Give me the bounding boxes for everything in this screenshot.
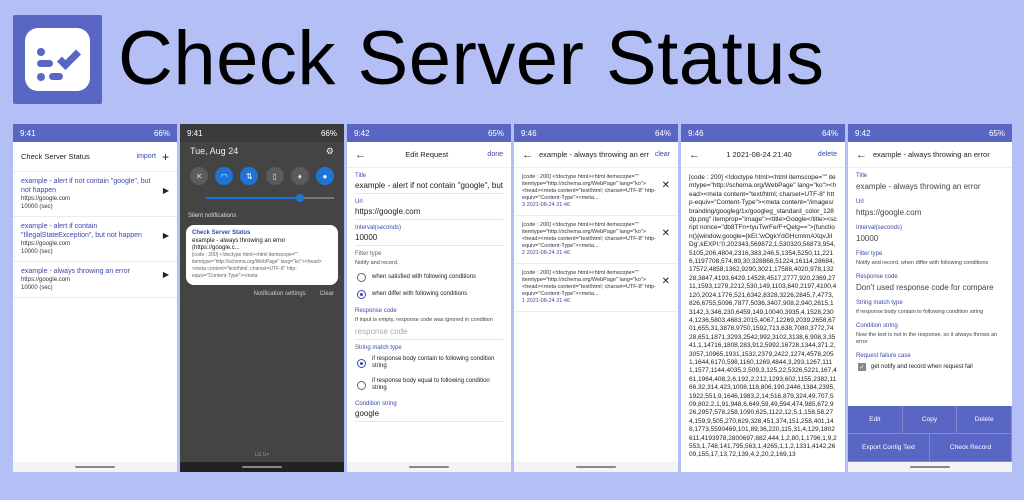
close-icon[interactable]: ✕: [662, 229, 670, 239]
screen-edit-request: 9:42 65% ← Edit Request done Title exampl…: [347, 124, 511, 472]
fail-checkbox[interactable]: ✓ get notify and record when request fail: [848, 360, 1012, 374]
flashlight-icon[interactable]: ♦: [290, 167, 309, 185]
screen-request-list: 9:41 66% Check Server Status import + exa…: [13, 124, 177, 472]
status-bar: 9:42 65%: [848, 124, 1012, 142]
rotate-icon[interactable]: ▯: [265, 167, 284, 185]
clear-button[interactable]: clear: [655, 151, 670, 158]
wifi-icon[interactable]: ◠: [215, 167, 234, 185]
screen-record-detail: 9:46 64% ← 1 2021-08-24 21:40 delete [cod…: [681, 124, 845, 472]
edit-button[interactable]: Edit: [848, 406, 903, 434]
close-icon[interactable]: ✕: [662, 277, 670, 287]
date-label: Tue, Aug 24: [190, 146, 239, 156]
delete-button[interactable]: delete: [818, 151, 837, 158]
arrow-left-icon[interactable]: ←: [522, 149, 533, 161]
list-item[interactable]: example - alert if contain "IllegalState…: [13, 217, 177, 262]
radio-filter-satisfied[interactable]: when satisfied with following conditions: [347, 269, 511, 286]
response-body-text: [code : 200] <!doctype html><html itemsc…: [689, 174, 837, 459]
radio-match-contain[interactable]: if response body contain to following co…: [347, 352, 511, 374]
delete-button[interactable]: Delete: [957, 406, 1012, 434]
response-code-field[interactable]: response code: [355, 326, 503, 340]
app-bar: ← example - always throwing an error: [848, 142, 1012, 168]
arrow-left-icon[interactable]: ←: [689, 149, 700, 161]
history-item[interactable]: [code : 200] <!doctype html><html itemsc…: [514, 168, 678, 216]
quick-settings: ✕ ◠ ⇅ ▯ ♦ ●: [180, 167, 344, 185]
gesture-bar: [13, 462, 177, 472]
headline-title: Check Server Status: [118, 16, 825, 101]
history-item[interactable]: [code : 200] <!doctype html><html itemsc…: [514, 216, 678, 264]
interval-field[interactable]: 10000: [355, 232, 503, 246]
gesture-bar: [347, 462, 511, 472]
app-bar: ← Edit Request done: [347, 142, 511, 168]
screen-notification-shade: 9:41 66% Tue, Aug 24 ⚙ ✕ ◠ ⇅ ▯ ♦ ● Silent…: [180, 124, 344, 472]
list-item[interactable]: example - always throwing an error https…: [13, 262, 177, 298]
copy-button[interactable]: Copy: [902, 406, 958, 434]
url-field[interactable]: https://google.com: [355, 206, 503, 220]
check-record-button[interactable]: Check Record: [930, 434, 1012, 462]
export-config-button[interactable]: Export Config Text: [848, 434, 930, 462]
gear-icon[interactable]: ⚙: [326, 146, 334, 157]
gesture-bar: [180, 462, 344, 472]
arrow-left-icon[interactable]: ←: [355, 149, 366, 161]
gesture-bar: [514, 462, 678, 472]
silent-notifications-label: Silent notifications: [188, 213, 237, 219]
brightness-slider[interactable]: [206, 194, 334, 202]
status-bar: 9:42 65%: [347, 124, 511, 142]
mute-icon[interactable]: ✕: [190, 167, 208, 185]
app-bar: ← example - always throwing an error cle…: [514, 142, 678, 168]
play-icon[interactable]: ▶: [163, 231, 169, 240]
play-icon[interactable]: ▶: [163, 270, 169, 279]
data-icon[interactable]: ⇅: [240, 167, 259, 185]
status-bar: 9:41 66%: [13, 124, 177, 142]
arrow-left-icon[interactable]: ←: [856, 149, 867, 161]
screen-request-detail: 9:42 65% ← example - always throwing an e…: [848, 124, 1012, 472]
app-bar-title: Check Server Status: [21, 152, 90, 161]
gesture-bar: [848, 462, 1012, 472]
import-button[interactable]: import: [137, 153, 156, 160]
radio-filter-differ[interactable]: when differ with following conditions: [347, 286, 511, 303]
close-icon[interactable]: ✕: [662, 181, 670, 191]
location-icon[interactable]: ●: [315, 167, 334, 185]
notification-settings-button[interactable]: Notification settings: [254, 291, 306, 297]
app-logo-checklist-icon: [13, 15, 102, 104]
done-button[interactable]: done: [487, 151, 503, 158]
status-bar: 9:41 66%: [180, 124, 344, 142]
app-bar: ← 1 2021-08-24 21:40 delete: [681, 142, 845, 168]
notification-card[interactable]: Check Server Status example - always thr…: [186, 225, 338, 285]
play-icon[interactable]: ▶: [163, 186, 169, 195]
screen-history: 9:46 64% ← example - always throwing an e…: [514, 124, 678, 472]
radio-match-equal[interactable]: if response body equal to following cond…: [347, 374, 511, 396]
app-bar: Check Server Status import +: [13, 142, 177, 172]
list-item[interactable]: example - alert if not contain "google",…: [13, 172, 177, 217]
status-bar: 9:46 64%: [514, 124, 678, 142]
status-bar: 9:46 64%: [681, 124, 845, 142]
clear-button[interactable]: Clear: [320, 291, 334, 297]
carrier-label: LG U+: [254, 452, 270, 458]
plus-icon[interactable]: +: [162, 150, 169, 164]
condition-field[interactable]: google: [355, 408, 503, 422]
history-item[interactable]: [code : 200] <!doctype html><html itemsc…: [514, 264, 678, 312]
title-field[interactable]: example - alert if not contain "google",…: [355, 180, 503, 194]
